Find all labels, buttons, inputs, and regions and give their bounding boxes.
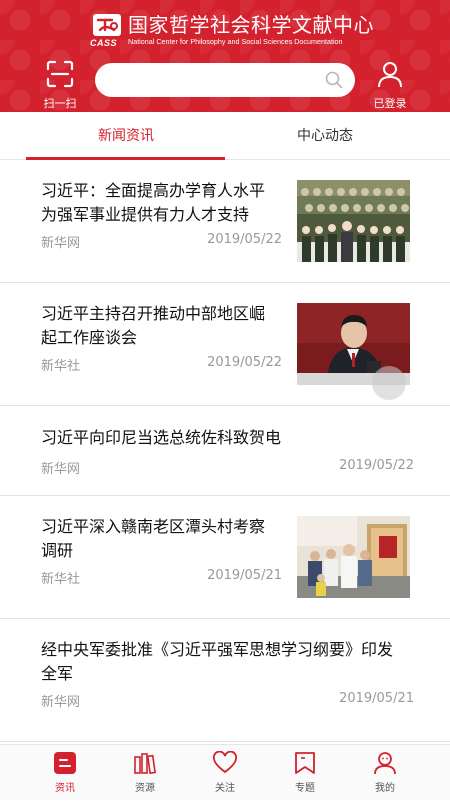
tab-bar-label: 我的 <box>375 783 395 794</box>
tab-bar-label: 关注 <box>215 783 235 794</box>
news-source: 新华社 <box>41 572 81 587</box>
list-item[interactable]: 习近平：全面提高办学育人水平 为强军事业提供有力人才支持 新华网 2019/05… <box>0 160 450 283</box>
news-title: 习近平：全面提高办学育人水平 为强军事业提供有力人才支持 <box>41 181 266 224</box>
bottom-tab-bar: 资讯 资源 关注 专题 我的 <box>0 744 450 800</box>
scan-button[interactable]: 扫一扫 <box>40 60 80 111</box>
news-title: 习近平深入赣南老区潭头村考察 调研 <box>41 517 266 560</box>
login-label: 已登录 <box>373 97 407 110</box>
news-date: 2019/05/22 <box>207 232 282 247</box>
scan-label: 扫一扫 <box>43 97 77 110</box>
tab-bar-news[interactable]: 资讯 <box>35 745 95 801</box>
news-date: 2019/05/22 <box>207 355 282 370</box>
brand: CASS 国家哲学社会科学文献中心 National Center for Ph… <box>90 12 374 48</box>
news-source: 新华网 <box>41 695 81 710</box>
app-header: CASS 国家哲学社会科学文献中心 National Center for Ph… <box>0 0 450 112</box>
news-thumbnail <box>297 516 410 598</box>
cass-logo-icon <box>93 14 121 36</box>
logo-text: CASS <box>90 38 118 48</box>
search-input[interactable] <box>95 63 355 97</box>
tab-news[interactable]: 新闻资讯 <box>26 112 226 160</box>
tab-bar-label: 专题 <box>295 783 315 794</box>
news-tabs: 新闻资讯 中心动态 <box>0 112 450 160</box>
bookmark-icon <box>295 752 315 774</box>
books-icon <box>134 753 156 775</box>
tab-bar-mine[interactable]: 我的 <box>355 745 415 801</box>
search-icon[interactable] <box>325 71 343 89</box>
news-list: 习近平：全面提高办学育人水平 为强军事业提供有力人才支持 新华网 2019/05… <box>0 160 450 742</box>
tab-center-updates[interactable]: 中心动态 <box>225 112 425 160</box>
scan-icon <box>46 60 74 88</box>
news-date: 2019/05/21 <box>339 691 414 706</box>
list-item[interactable]: 经中央军委批准《习近平强军思想学习纲要》印发 全军 新华网 2019/05/21 <box>0 619 450 742</box>
list-item[interactable]: 习近平深入赣南老区潭头村考察 调研 新华社 2019/05/21 <box>0 496 450 619</box>
tab-bar-label: 资讯 <box>55 783 75 794</box>
heart-icon <box>213 751 237 774</box>
news-source: 新华社 <box>41 359 81 374</box>
tab-bar-follow[interactable]: 关注 <box>195 745 255 801</box>
app-subtitle: National Center for Philosophy and Socia… <box>128 37 343 46</box>
profile-icon <box>374 752 396 775</box>
news-source: 新华网 <box>41 236 81 251</box>
news-date: 2019/05/21 <box>207 568 282 583</box>
floating-action-handle[interactable] <box>372 366 406 400</box>
list-item[interactable]: 习近平向印尼当选总统佐科致贺电 新华网 2019/05/22 <box>0 406 450 496</box>
news-source: 新华网 <box>41 462 81 477</box>
tab-bar-label: 资源 <box>135 783 155 794</box>
tab-bar-topics[interactable]: 专题 <box>275 745 335 801</box>
military-group-photo <box>297 180 410 262</box>
cass-logo: CASS <box>90 12 122 48</box>
news-title: 习近平主持召开推动中部地区崛 起工作座谈会 <box>41 304 266 347</box>
news-thumbnail <box>297 180 410 262</box>
app-title: 国家哲学社会科学文献中心 <box>128 13 374 37</box>
user-icon <box>378 62 402 88</box>
village-visit-photo <box>297 516 410 598</box>
news-icon <box>54 752 76 774</box>
login-button[interactable]: 已登录 <box>367 60 413 111</box>
news-title: 经中央军委批准《习近平强军思想学习纲要》印发 全军 <box>41 640 394 683</box>
news-date: 2019/05/22 <box>339 458 414 473</box>
news-title: 习近平向印尼当选总统佐科致贺电 <box>41 428 282 447</box>
tab-bar-resources[interactable]: 资源 <box>115 745 175 801</box>
